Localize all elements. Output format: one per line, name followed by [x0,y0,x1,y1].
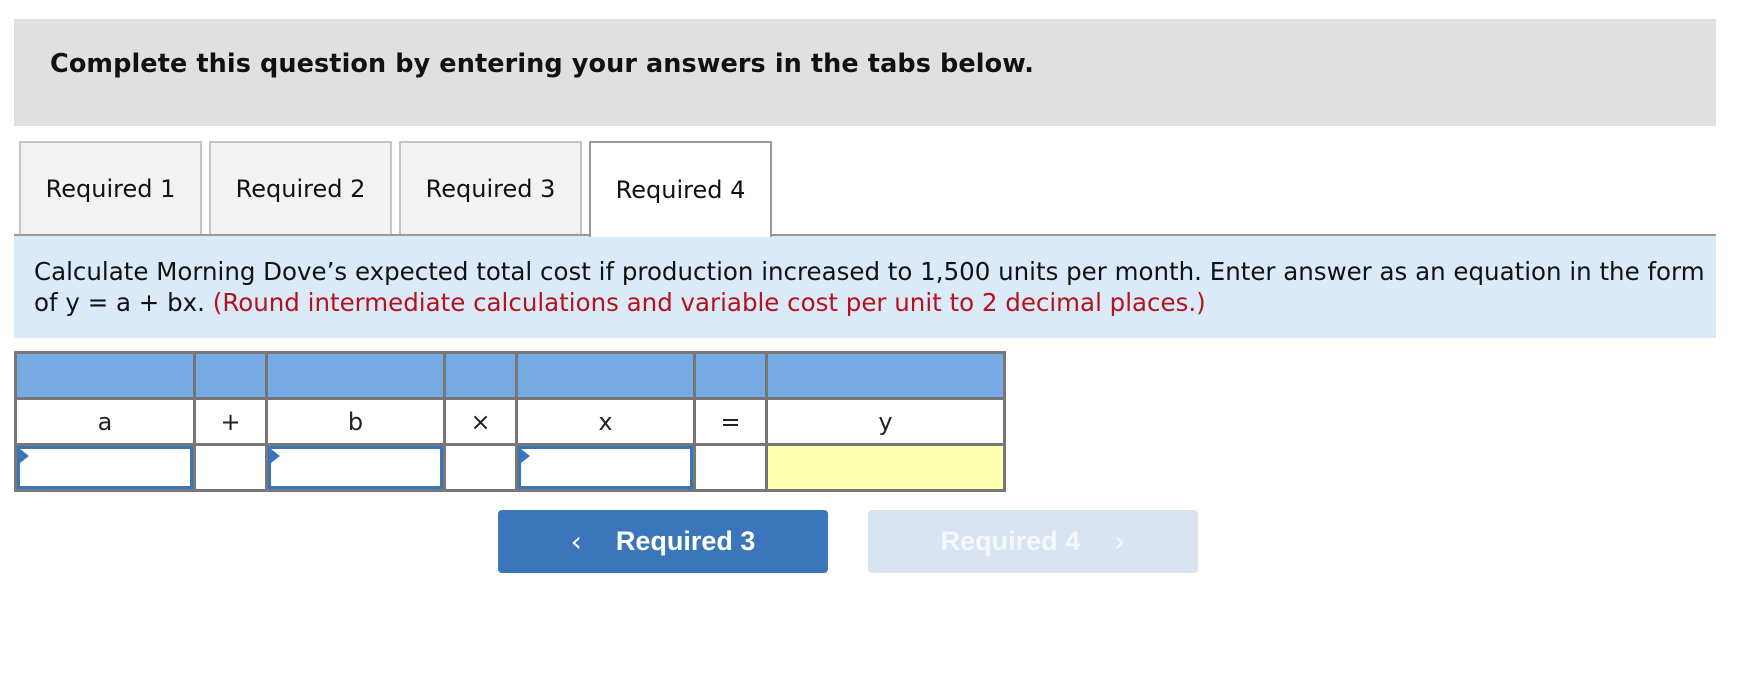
header-cell [693,351,768,400]
tab-required-4[interactable]: Required 4 [589,141,772,237]
input-a-wrapper [17,446,193,489]
cell-plus-blank [193,443,268,492]
table-input-row [14,443,1006,492]
header-cell [765,351,1006,400]
instruction-text: Complete this question by entering your … [50,49,1035,79]
tab-required-1[interactable]: Required 1 [19,141,202,234]
table-header-row [14,351,1006,400]
instruction-banner: Complete this question by entering your … [14,19,1716,126]
tab-required-2[interactable]: Required 2 [209,141,392,234]
label-x: x [515,397,696,446]
cell-x [515,443,696,492]
table-label-row: a + b × x = y [14,397,1006,446]
header-cell [265,351,446,400]
input-b[interactable] [271,449,440,486]
question-text-block: Calculate Morning Dove’s expected total … [34,256,1714,318]
chevron-left-icon: ‹ [570,525,582,558]
input-flag-icon [521,449,530,463]
header-cell [14,351,196,400]
label-equals: = [693,397,768,446]
prev-required-button[interactable]: ‹ Required 3 [498,510,828,573]
input-b-wrapper [268,446,443,489]
label-a: a [14,397,196,446]
input-a[interactable] [20,449,190,486]
cell-equals-blank [693,443,768,492]
header-cell [193,351,268,400]
label-y: y [765,397,1006,446]
label-plus: + [193,397,268,446]
input-x[interactable] [521,449,690,486]
next-required-button[interactable]: Required 4 › [868,510,1198,573]
input-x-wrapper [518,446,693,489]
cell-b [265,443,446,492]
label-b: b [265,397,446,446]
prev-button-label: Required 3 [615,526,756,556]
header-cell [443,351,518,400]
input-flag-icon [271,449,280,463]
next-button-label: Required 4 [940,526,1081,556]
rounding-note: (Round intermediate calculations and var… [212,288,1206,317]
cell-y-result [765,443,1006,492]
equation-table: a + b × x = y [14,351,1006,492]
input-flag-icon [20,449,29,463]
chevron-right-icon: › [1114,525,1126,558]
tab-required-3[interactable]: Required 3 [399,141,582,234]
label-times: × [443,397,518,446]
cell-a [14,443,196,492]
cell-times-blank [443,443,518,492]
question-panel: Calculate Morning Dove’s expected total … [14,236,1716,338]
header-cell [515,351,696,400]
